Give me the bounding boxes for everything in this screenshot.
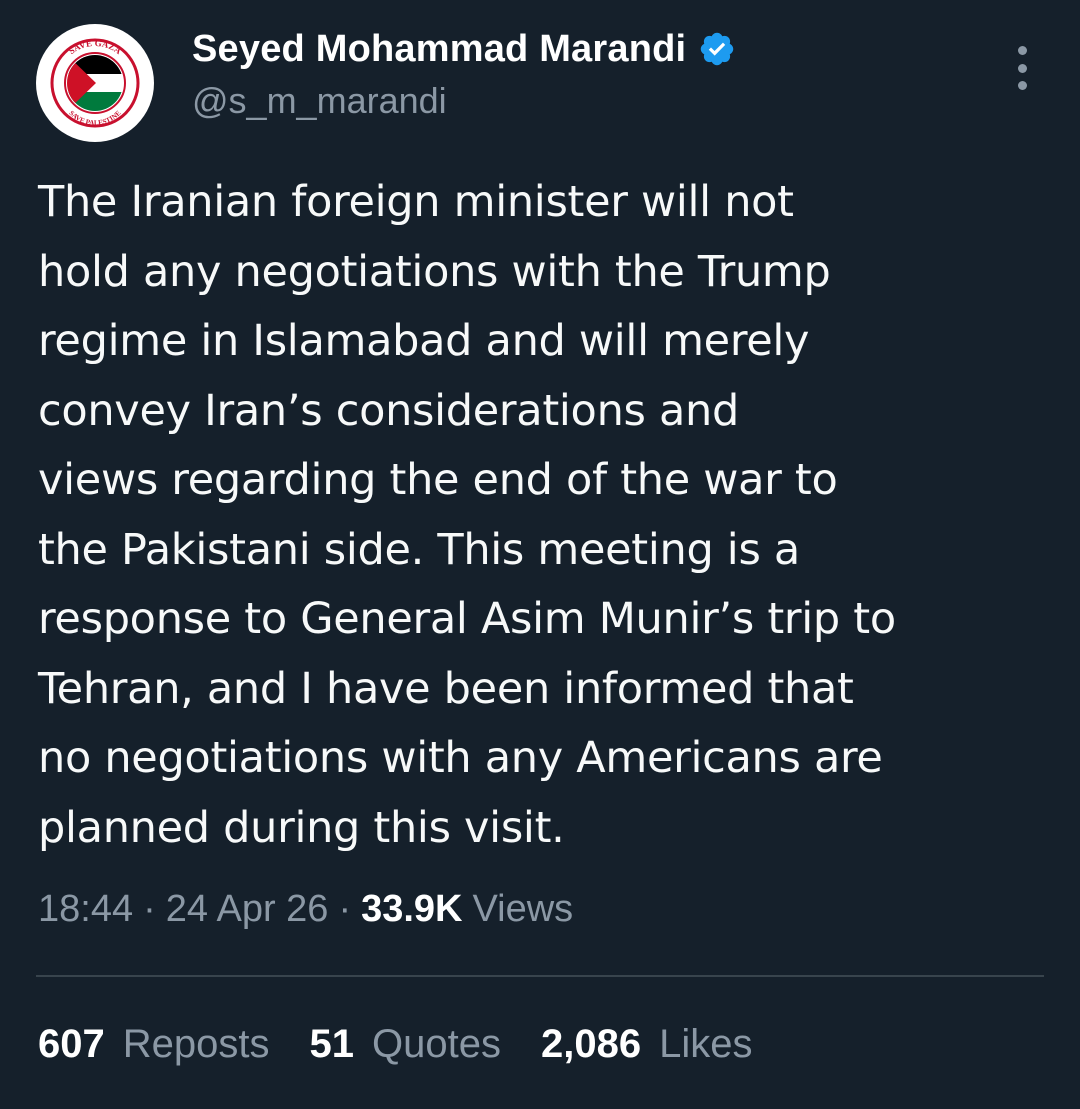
author-handle[interactable]: @s_m_marandi [192, 80, 447, 122]
quotes-stat[interactable]: 51 Quotes [310, 1022, 501, 1067]
tweet-date[interactable]: 24 Apr 26 [166, 888, 329, 931]
reposts-count: 607 [38, 1022, 105, 1066]
reposts-stat[interactable]: 607 Reposts [38, 1022, 270, 1067]
quotes-count: 51 [309, 1022, 355, 1066]
tweet-container: SAVE GAZA SAVE PALESTINE Seyed Mohammad … [0, 0, 1080, 1109]
author-name-row[interactable]: Seyed Mohammad Marandi [192, 24, 736, 74]
tweet-text: The Iranian foreign minister will not ho… [38, 177, 896, 853]
avatar[interactable]: SAVE GAZA SAVE PALESTINE [36, 24, 154, 142]
meta-separator: · [143, 888, 156, 930]
tweet-meta: 18:44 · 24 Apr 26 · 33.9K Views [38, 888, 573, 931]
meta-separator: · [338, 888, 352, 930]
more-options-icon[interactable] [1010, 46, 1034, 90]
save-gaza-logo-icon: SAVE GAZA SAVE PALESTINE [50, 38, 140, 128]
views-label: Views [472, 888, 574, 930]
likes-count: 2,086 [540, 1022, 642, 1066]
likes-stat[interactable]: 2,086 Likes [541, 1022, 753, 1067]
author-display-name[interactable]: Seyed Mohammad Marandi [192, 28, 686, 71]
divider [36, 975, 1044, 977]
more-dot-icon [1017, 81, 1027, 90]
verified-badge-icon[interactable] [698, 30, 736, 68]
quotes-label: Quotes [372, 1022, 501, 1066]
reposts-label: Reposts [122, 1022, 270, 1066]
tweet-time[interactable]: 18:44 [38, 888, 133, 931]
views-count[interactable]: 33.9K [361, 888, 462, 931]
more-dot-icon [1017, 63, 1027, 73]
likes-label: Likes [659, 1022, 753, 1066]
more-dot-icon [1017, 46, 1027, 55]
engagement-stats: 607 Reposts 51 Quotes 2,086 Likes [38, 1022, 792, 1067]
